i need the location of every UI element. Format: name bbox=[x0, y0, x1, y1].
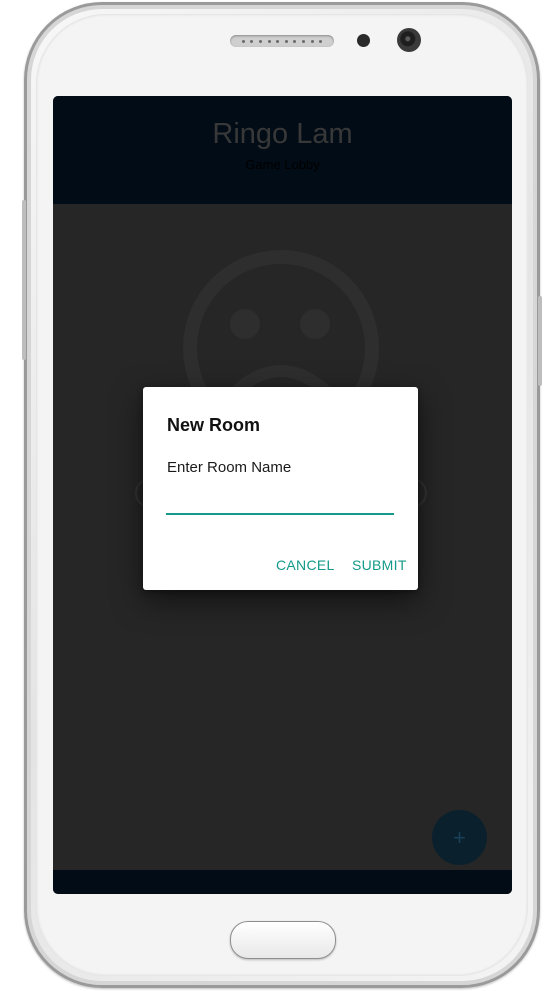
room-name-input[interactable] bbox=[166, 485, 394, 515]
submit-button[interactable]: SUBMIT bbox=[352, 557, 407, 573]
speaker-grille bbox=[230, 35, 334, 47]
new-room-dialog: New Room Enter Room Name CANCEL SUBMIT bbox=[143, 387, 418, 590]
cancel-button[interactable]: CANCEL bbox=[276, 557, 335, 573]
front-camera bbox=[397, 28, 421, 52]
dialog-title: New Room bbox=[167, 415, 261, 435]
home-button[interactable] bbox=[230, 921, 336, 959]
power-button bbox=[538, 296, 542, 386]
proximity-sensor bbox=[357, 34, 370, 47]
volume-button bbox=[22, 200, 26, 360]
dialog-message: Enter Room Name bbox=[167, 459, 292, 476]
